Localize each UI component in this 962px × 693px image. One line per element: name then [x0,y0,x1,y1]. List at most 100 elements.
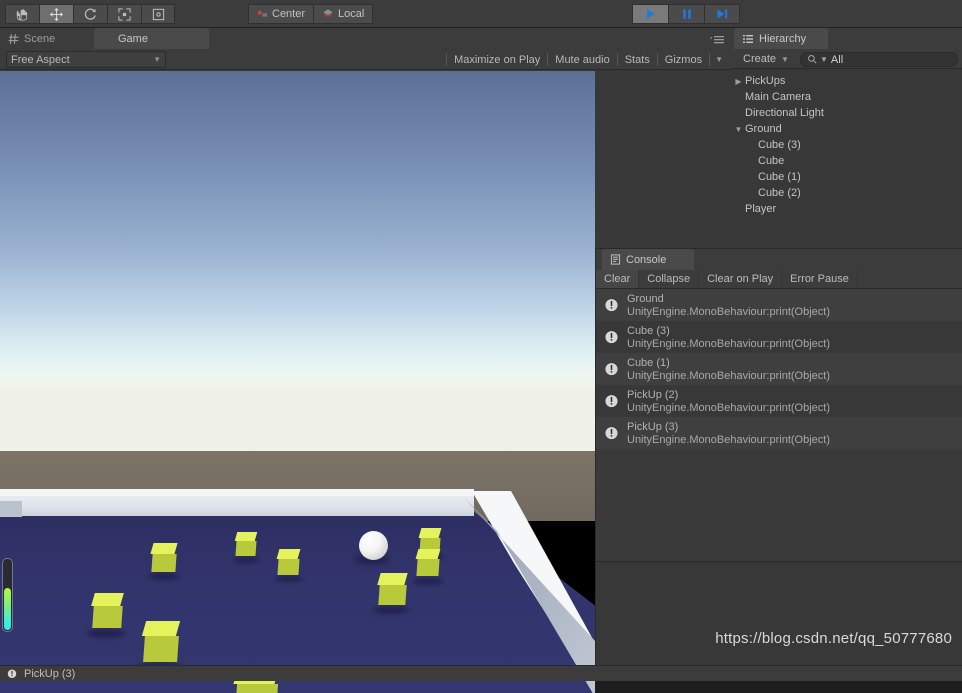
console-entry-stack: UnityEngine.MonoBehaviour:print(Object) [627,337,830,350]
info-icon [605,298,618,311]
cube-front-face [235,541,257,556]
step-button[interactable] [704,4,740,24]
chevron-down-icon[interactable]: ▼ [732,125,745,134]
console-log-entry[interactable]: Cube (3) UnityEngine.MonoBehaviour:print… [596,321,962,353]
play-icon [646,9,655,19]
aspect-ratio-dropdown[interactable]: Free Aspect ▼ [6,51,166,68]
gizmos-dropdown-icon[interactable]: ▼ [710,49,728,70]
cube-front-face [92,606,123,628]
unity-editor-window: Center Local Scene Game Free Aspect ▼ Ma… [0,0,962,693]
tab-console-label: Console [626,253,667,266]
maximize-on-play-button[interactable]: Maximize on Play [447,49,547,70]
hierarchy-item-directional-light[interactable]: ▶ Directional Light [732,105,962,121]
create-dropdown-button[interactable]: Create ▼ [737,51,795,67]
cube-top-face [415,549,441,559]
tab-scene[interactable]: Scene [0,28,94,49]
hierarchy-item-cube[interactable]: ▶ Cube [732,153,962,169]
console-entry-text: Cube (3) UnityEngine.MonoBehaviour:print… [627,325,830,350]
cube-shadow [149,573,179,580]
tab-hierarchy[interactable]: Hierarchy [734,28,828,49]
left-wall-cap [0,501,22,517]
hierarchy-item-pickups[interactable]: ▶ PickUps [732,73,962,89]
play-button[interactable] [632,4,668,24]
handle-space-label: Local [338,8,365,20]
clear-button[interactable]: Clear [596,270,640,288]
game-render-surface[interactable] [0,71,595,693]
hierarchy-item-cube-2[interactable]: ▶ Cube (2) [732,185,962,201]
console-icon [610,254,621,265]
handle-space-button[interactable]: Local [313,4,374,24]
console-entry-title: Cube (3) [627,324,670,337]
status-bar[interactable]: PickUp (3) [0,665,962,681]
cube-front-face [234,684,279,693]
cube-top-face [150,543,178,554]
error-pause-button[interactable]: Error Pause [782,270,858,288]
console-entry-text: PickUp (3) UnityEngine.MonoBehaviour:pri… [627,421,830,446]
tab-hierarchy-label: Hierarchy [759,32,807,45]
collapse-button[interactable]: Collapse [639,270,700,288]
cube-top-face [141,621,181,636]
console-log-entry[interactable]: Ground UnityEngine.MonoBehaviour:print(O… [596,289,962,321]
hierarchy-tab-row: Hierarchy [732,28,962,49]
hierarchy-item-ground[interactable]: ▼ Ground [732,121,962,137]
pivot-mode-label: Center [272,8,306,20]
hierarchy-panel: Hierarchy Create ▼ ▼ All ▶ PickUps ▶ Mai… [732,28,962,248]
scale-tool-button[interactable] [107,4,141,24]
hierarchy-item-label: Cube (2) [758,187,801,199]
hierarchy-item-cube-3[interactable]: ▶ Cube (3) [732,137,962,153]
console-entry-title: Ground [627,292,664,305]
pivot-handle-group: Center Local [248,4,374,24]
hierarchy-item-label: Ground [745,123,782,135]
chevron-right-icon[interactable]: ▶ [732,77,745,86]
hierarchy-item-label: Cube [758,155,785,167]
hierarchy-search-input[interactable]: ▼ All [800,52,958,67]
gizmos-button[interactable]: Gizmos [658,49,709,70]
console-entry-stack: UnityEngine.MonoBehaviour:print(Object) [627,401,830,414]
clear-on-play-button[interactable]: Clear on Play [699,270,783,288]
rect-transform-tool-button[interactable] [141,4,175,24]
console-log-entry[interactable]: Cube (1) UnityEngine.MonoBehaviour:print… [596,353,962,385]
aspect-ratio-value: Free Aspect [11,53,70,66]
mute-audio-button[interactable]: Mute audio [548,49,616,70]
search-filter-caret-icon: ▼ [820,55,828,64]
console-log-list[interactable]: Ground UnityEngine.MonoBehaviour:print(O… [596,289,962,561]
create-label: Create [743,53,777,65]
cube-shadow [233,557,259,563]
console-entry-stack: UnityEngine.MonoBehaviour:print(Object) [627,433,830,446]
tree-spacer: ▶ [745,157,758,166]
hierarchy-item-player[interactable]: ▶ Player [732,201,962,217]
move-tool-button[interactable] [39,4,73,24]
hierarchy-item-main-camera[interactable]: ▶ Main Camera [732,89,962,105]
console-log-entry[interactable]: PickUp (3) UnityEngine.MonoBehaviour:pri… [596,417,962,449]
hierarchy-item-label: Cube (3) [758,139,801,151]
console-detail-pane[interactable]: https://blog.csdn.net/qq_50777680 [596,561,962,665]
panel-menu-icon[interactable] [710,33,726,45]
cube-front-face [416,559,440,576]
tree-spacer: ▶ [745,189,758,198]
cube-shadow [413,578,443,585]
scene-icon [8,33,19,44]
chevron-down-icon: ▼ [153,55,161,64]
tree-spacer: ▶ [745,141,758,150]
info-icon [7,668,17,678]
tab-game[interactable]: Game [94,28,209,49]
cube-front-face [151,554,177,572]
pause-button[interactable] [668,4,704,24]
hand-tool-button[interactable] [5,4,39,24]
cube-top-face [234,532,258,541]
console-entry-stack: UnityEngine.MonoBehaviour:print(Object) [627,305,830,318]
hierarchy-item-label: PickUps [745,75,786,87]
pivot-mode-button[interactable]: Center [248,4,314,24]
rotate-tool-button[interactable] [73,4,107,24]
console-entry-title: Cube (1) [627,356,670,369]
stats-button[interactable]: Stats [618,49,657,70]
hierarchy-item-cube-1[interactable]: ▶ Cube (1) [732,169,962,185]
tab-scene-label: Scene [24,32,56,45]
tab-console[interactable]: Console [602,249,694,270]
cube-top-face [377,573,408,585]
cube-top-face [418,528,442,538]
hierarchy-tree[interactable]: ▶ PickUps ▶ Main Camera ▶ Directional Li… [732,69,962,248]
console-log-entry[interactable]: PickUp (2) UnityEngine.MonoBehaviour:pri… [596,385,962,417]
cube-shadow [87,629,125,638]
hierarchy-icon [743,34,753,43]
